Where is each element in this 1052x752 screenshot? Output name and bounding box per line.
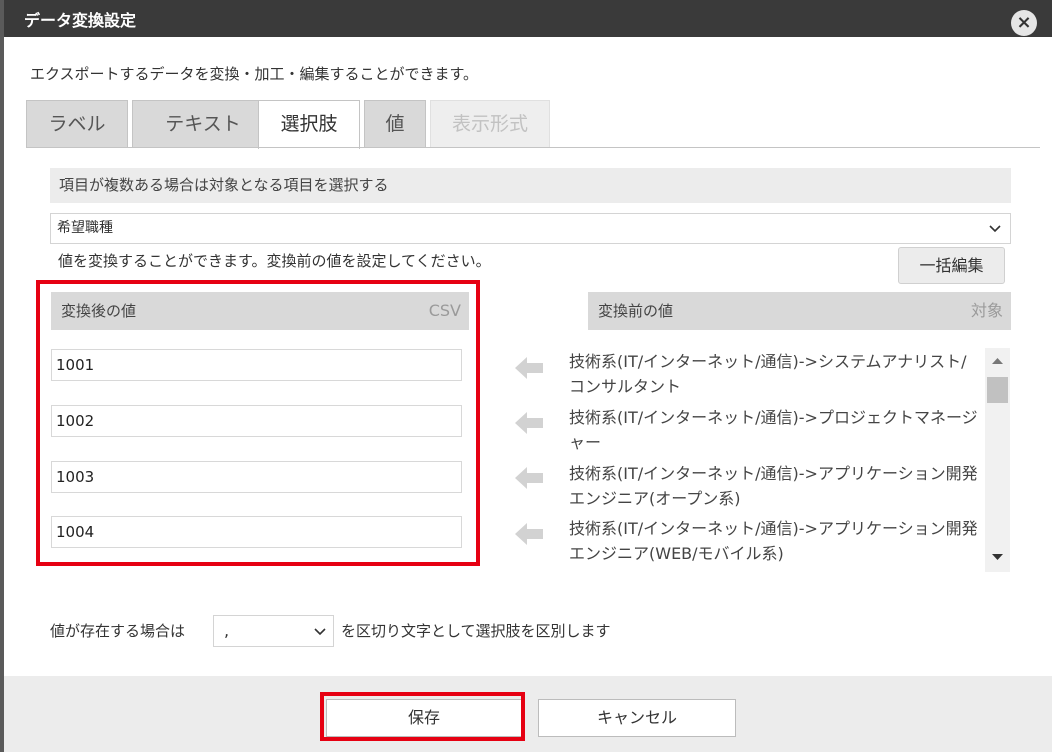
tab-value[interactable]: 値	[364, 100, 426, 148]
tab-choices[interactable]: 選択肢	[258, 100, 360, 149]
item-select[interactable]: 希望職種	[50, 213, 1011, 244]
dialog-footer: 保存 キャンセル	[4, 676, 1052, 752]
separator-prefix: 値が存在する場合は	[50, 622, 186, 640]
before-value-1: 技術系(IT/インターネット/通信)->システムアナリスト/コンサルタント	[569, 352, 967, 396]
before-value-3: 技術系(IT/インターネット/通信)->アプリケーション開発エンジニア(オープン…	[569, 464, 978, 508]
before-values-header: 変換前の値 対象	[588, 292, 1011, 330]
tab-underline	[26, 147, 1040, 148]
tab-label[interactable]: ラベル	[26, 100, 128, 148]
target-label: 対象	[970, 301, 1003, 320]
highlight-frame-save	[320, 692, 525, 741]
scroll-thumb[interactable]	[987, 377, 1008, 403]
close-icon[interactable]: ×	[1011, 10, 1037, 36]
chevron-down-icon	[989, 225, 1001, 233]
conversion-hint: 値を変換することができます。変換前の値を設定してください。	[58, 252, 491, 270]
scope-header: 項目が複数ある場合は対象となる項目を選択する	[50, 168, 1011, 203]
before-value-2: 技術系(IT/インターネット/通信)->プロジェクトマネージャー	[569, 408, 978, 452]
scroll-up-icon[interactable]	[985, 354, 1010, 368]
window-edge	[0, 0, 4, 752]
arrow-left-icon	[515, 523, 543, 545]
arrow-left-icon	[515, 412, 543, 434]
separator-suffix: を区切り文字として選択肢を区別します	[341, 622, 611, 640]
before-value-4: 技術系(IT/インターネット/通信)->アプリケーション開発エンジニア(WEB/…	[569, 519, 978, 563]
dialog-description: エクスポートするデータを変換・加工・編集することができます。	[30, 65, 479, 83]
separator-select[interactable]: ,	[213, 615, 334, 647]
list-scrollbar[interactable]	[985, 348, 1010, 572]
scroll-down-icon[interactable]	[985, 550, 1010, 564]
cancel-button[interactable]: キャンセル	[538, 699, 736, 737]
arrow-left-icon	[515, 467, 543, 489]
chevron-down-icon	[314, 628, 326, 636]
highlight-frame-values	[36, 280, 480, 566]
arrow-left-icon	[515, 357, 543, 379]
tab-text[interactable]: テキスト	[132, 100, 274, 148]
bulk-edit-button[interactable]: 一括編集	[898, 247, 1005, 284]
dialog-titlebar: データ変換設定 ×	[4, 0, 1052, 37]
tab-display-format: 表示形式	[430, 100, 550, 148]
separator-select-value: ,	[224, 621, 230, 640]
data-conversion-dialog: データ変換設定 × エクスポートするデータを変換・加工・編集することができます。…	[0, 0, 1052, 752]
item-select-value: 希望職種	[57, 220, 113, 236]
before-values-label: 変換前の値	[598, 302, 674, 320]
dialog-title: データ変換設定	[24, 11, 137, 30]
